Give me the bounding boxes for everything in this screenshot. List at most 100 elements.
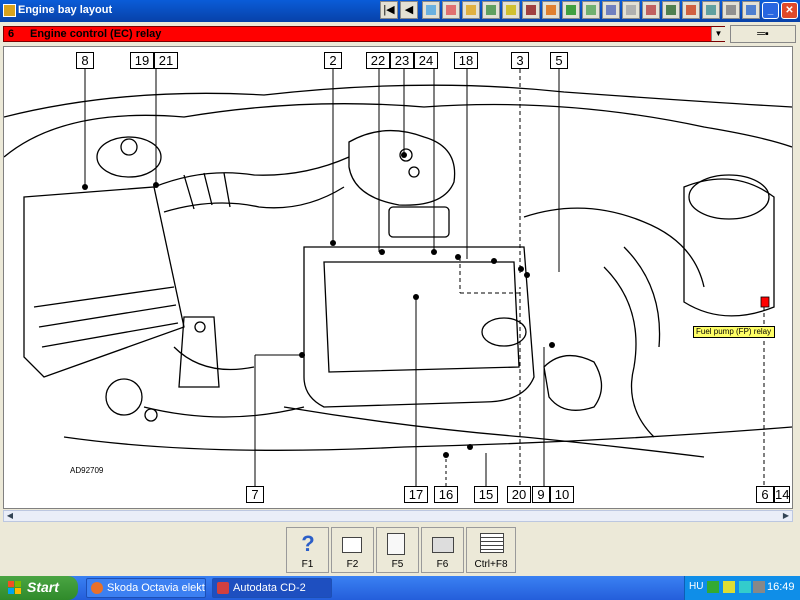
stethoscope-icon (606, 5, 616, 15)
callout-22[interactable]: 22 (366, 52, 390, 69)
close-icon: ✕ (785, 5, 794, 16)
start-button[interactable]: Start (0, 576, 78, 600)
wiring-icon (486, 5, 496, 15)
callout-3[interactable]: 3 (511, 52, 529, 69)
toolbar-btn-7[interactable] (542, 1, 560, 19)
task-browser[interactable]: Skoda Octavia elektr... (86, 578, 206, 598)
task-browser-label: Skoda Octavia elektr... (107, 582, 205, 594)
right-hoses (603, 246, 661, 438)
rocket-icon (686, 5, 696, 15)
air-box (23, 186, 185, 378)
callout-18[interactable]: 18 (454, 52, 478, 69)
tray-app-icon[interactable] (753, 581, 765, 593)
toolbar-btn-5[interactable] (502, 1, 520, 19)
toolbar-btn-9[interactable] (582, 1, 600, 19)
air-box-ribs (33, 286, 179, 348)
callout-6[interactable]: 6 (756, 486, 774, 503)
f1-label: F1 (301, 559, 314, 570)
component-selector[interactable]: 6 Engine control (EC) relay (3, 26, 725, 42)
security-icon[interactable] (739, 581, 751, 593)
callout-10[interactable]: 10 (550, 486, 574, 503)
toolbar-btn-10[interactable] (602, 1, 620, 19)
toolbar-btn-16[interactable] (722, 1, 740, 19)
callout-14[interactable]: 14 (774, 486, 790, 503)
cowl-outline (3, 84, 793, 118)
toolbar-btn-8[interactable] (562, 1, 580, 19)
f5-label: F5 (391, 559, 404, 570)
network-icon[interactable] (707, 581, 719, 593)
mount-bolt-1 (194, 321, 206, 333)
toolbar-btn-17[interactable] (742, 1, 760, 19)
scroll-left-icon[interactable]: ◀ (4, 511, 16, 521)
callout-23[interactable]: 23 (390, 52, 414, 69)
export-button[interactable]: ═▪ (730, 25, 796, 43)
callout-7[interactable]: 7 (246, 486, 264, 503)
f1-help-button[interactable]: ? F1 (286, 527, 329, 573)
engine-cover-inner (323, 261, 520, 373)
prev-page-icon: ◀ (404, 4, 414, 16)
callout-15[interactable]: 15 (474, 486, 498, 503)
mail-icon (446, 5, 456, 15)
lower-pipes (143, 346, 705, 458)
toolbar-btn-13[interactable] (662, 1, 680, 19)
language-indicator[interactable]: HU (689, 581, 703, 592)
toolbar-btn-6[interactable] (522, 1, 540, 19)
toolbar-btn-11[interactable] (622, 1, 640, 19)
minimize-icon: _ (767, 5, 774, 16)
f6-printer-button[interactable]: F6 (421, 527, 464, 573)
toolbar-btn-1[interactable] (422, 1, 440, 19)
engine-cover (303, 246, 535, 408)
f6-label: F6 (436, 559, 449, 570)
toolbar-btn-15[interactable] (702, 1, 720, 19)
callout-24[interactable]: 24 (414, 52, 438, 69)
minimize-button[interactable]: _ (762, 2, 779, 19)
toolbar-btn-4[interactable] (482, 1, 500, 19)
system-tray: HU 16:49 (684, 576, 800, 600)
ctrl-f8-table-button[interactable]: Ctrl+F8 (466, 527, 516, 573)
table-icon (480, 533, 504, 553)
task-autodata[interactable]: Autodata CD-2 (212, 578, 332, 598)
callout-21[interactable]: 21 (154, 52, 178, 69)
callout-17[interactable]: 17 (404, 486, 428, 503)
prev-page-button[interactable]: ◀ (400, 1, 418, 19)
callout-20[interactable]: 20 (507, 486, 531, 503)
engine-bay-drawing (3, 69, 793, 492)
battery-icon (506, 5, 516, 15)
intake-plenum (348, 129, 456, 206)
title-bar: Engine bay layout |◀ ◀ _ ✕ (0, 0, 800, 22)
selector-number: 6 (8, 28, 15, 40)
horizontal-scrollbar[interactable]: ◀ ▶ (3, 510, 793, 522)
callout-5[interactable]: 5 (550, 52, 568, 69)
toolbar-btn-2[interactable] (442, 1, 460, 19)
engine-mount-bracket (178, 316, 220, 388)
chevron-down-icon: ▼ (714, 29, 723, 38)
toolbar-btn-12[interactable] (642, 1, 660, 19)
timer-icon (646, 5, 656, 15)
scroll-right-icon[interactable]: ▶ (780, 511, 792, 521)
callout-9[interactable]: 9 (532, 486, 550, 503)
help-icon: ? (301, 531, 315, 556)
callout-8[interactable]: 8 (76, 52, 94, 69)
car-icon (566, 5, 576, 15)
speaker-icon[interactable] (723, 581, 735, 593)
tool-icon (466, 5, 476, 15)
toolbar-btn-14[interactable] (682, 1, 700, 19)
f2-print-button[interactable]: F2 (331, 527, 374, 573)
callout-16[interactable]: 16 (434, 486, 458, 503)
f2-label: F2 (346, 559, 359, 570)
toolbar-btn-3[interactable] (462, 1, 480, 19)
windows-logo-icon (8, 581, 22, 595)
fp-relay-marker[interactable] (760, 296, 770, 308)
fp-relay-tooltip: Fuel pump (FP) relay (693, 326, 775, 338)
callout-2[interactable]: 2 (324, 52, 342, 69)
left-strut-tower (96, 136, 162, 178)
f5-document-button[interactable]: F5 (376, 527, 419, 573)
clock: 16:49 (767, 581, 795, 593)
callout-19[interactable]: 19 (130, 52, 154, 69)
clipboard-icon (626, 5, 636, 15)
printer-icon (432, 537, 454, 553)
firefox-icon (91, 582, 103, 594)
selector-dropdown-button[interactable]: ▼ (711, 27, 725, 41)
close-button[interactable]: ✕ (781, 2, 798, 19)
first-page-button[interactable]: |◀ (380, 1, 398, 19)
